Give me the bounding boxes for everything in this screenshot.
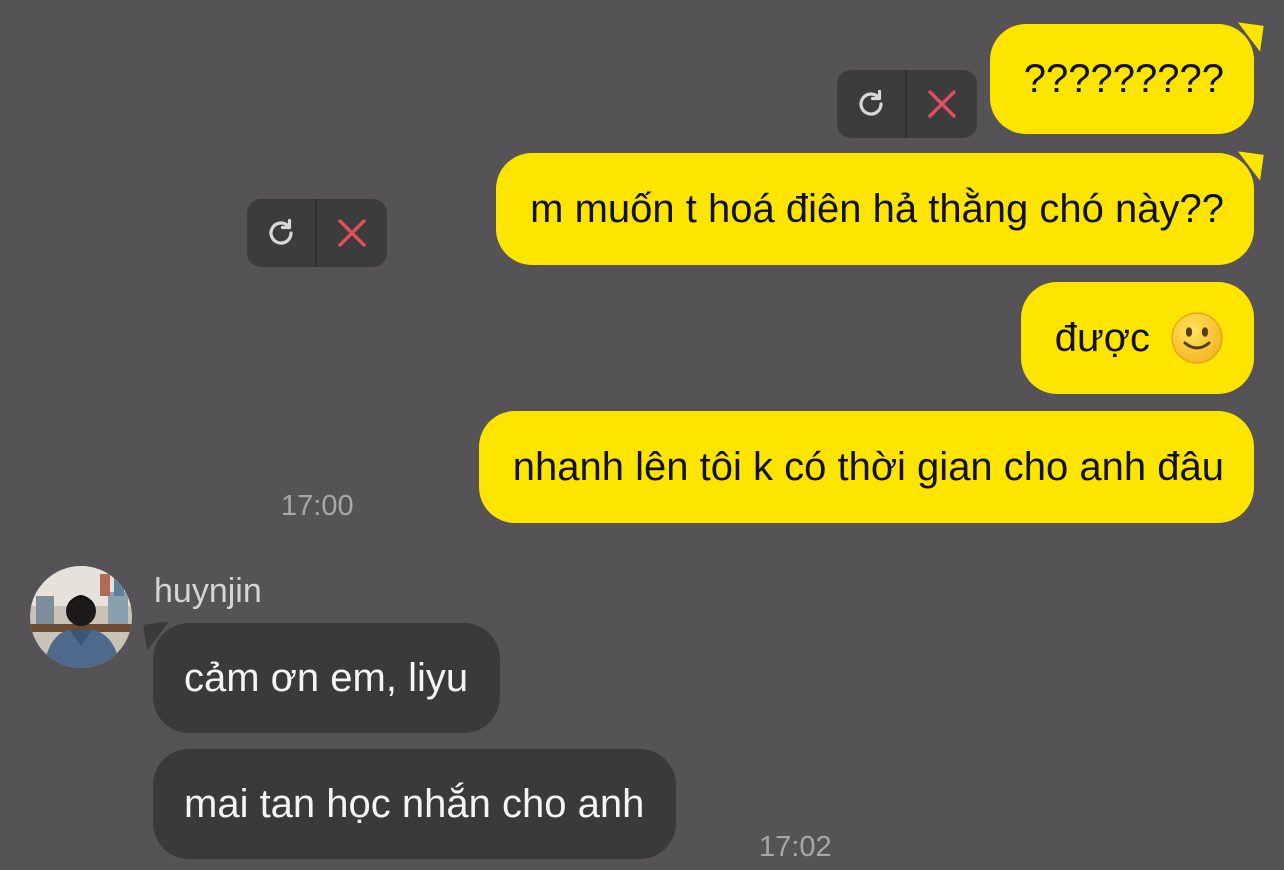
- sent-message-bubble[interactable]: được: [1020, 282, 1254, 394]
- message-text: mai tan học nhắn cho anh: [184, 782, 645, 826]
- failed-message-actions: [247, 199, 387, 267]
- retry-icon: [859, 89, 883, 116]
- delete-button[interactable]: [907, 70, 977, 138]
- chat-view: ????????? m muốn t hoá điên hả thằng chó…: [0, 0, 1284, 870]
- message-text: cảm ơn em, liyu: [184, 656, 469, 700]
- sent-message-bubble[interactable]: nhanh lên tôi k có thời gian cho anh đâu: [478, 411, 1254, 523]
- avatar[interactable]: [30, 566, 132, 668]
- failed-message-actions: [837, 70, 977, 138]
- message-text: được: [1054, 316, 1150, 360]
- message-text: nhanh lên tôi k có thời gian cho anh đâu: [512, 445, 1224, 489]
- message-text: ?????????: [1023, 57, 1224, 101]
- close-icon: [338, 219, 366, 247]
- resend-button[interactable]: [247, 199, 317, 267]
- message-text: m muốn t hoá điên hả thằng chó này??: [530, 187, 1224, 231]
- sent-message-bubble[interactable]: m muốn t hoá điên hả thằng chó này??: [496, 153, 1254, 265]
- retry-icon: [269, 218, 293, 245]
- slightly-smiling-face-emoji: [1171, 312, 1223, 364]
- message-timestamp: 17:00: [281, 490, 354, 522]
- received-message-bubble[interactable]: cảm ơn em, liyu: [153, 623, 501, 733]
- profile-photo: [30, 566, 132, 668]
- received-message-bubble[interactable]: mai tan học nhắn cho anh: [153, 749, 677, 859]
- message-timestamp: 17:02: [759, 831, 832, 863]
- delete-button[interactable]: [317, 199, 387, 267]
- close-icon: [928, 90, 956, 118]
- sender-name: huynjin: [154, 572, 262, 610]
- sent-message-bubble[interactable]: ?????????: [989, 24, 1254, 134]
- resend-button[interactable]: [837, 70, 907, 138]
